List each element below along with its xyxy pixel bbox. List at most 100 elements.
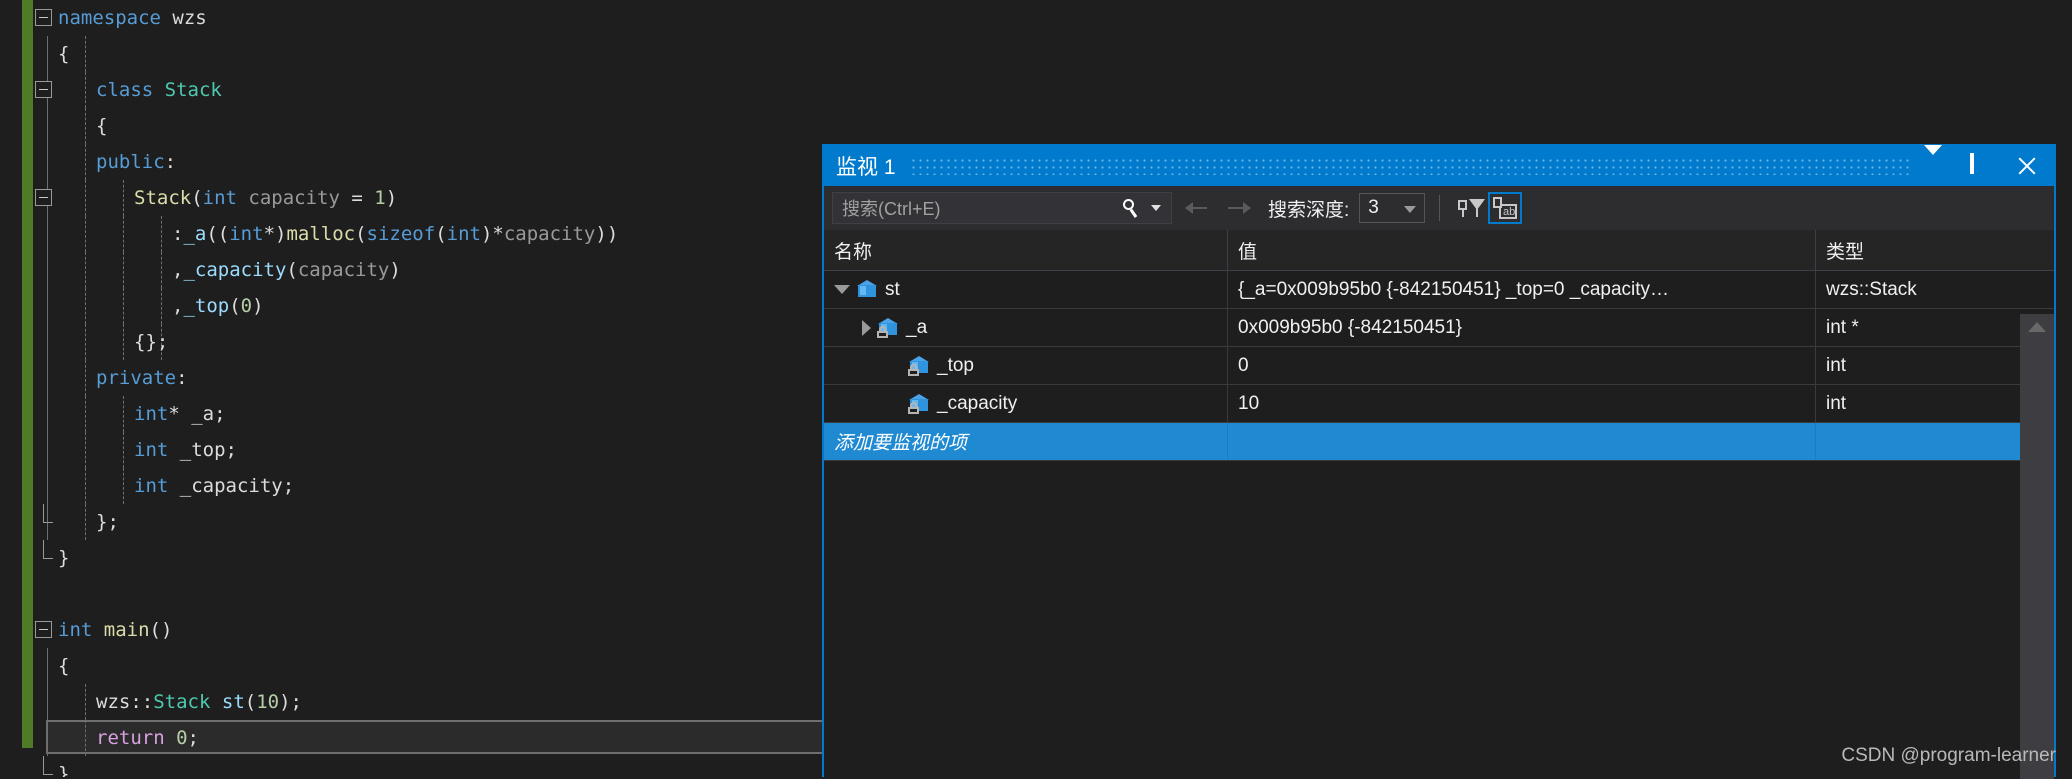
arrow-right-icon[interactable] [1222, 193, 1256, 223]
expander-open-icon[interactable] [834, 285, 850, 294]
code-line[interactable]: { [0, 36, 822, 72]
code-line[interactable]: int* _a; [0, 396, 822, 432]
code-line[interactable]: int _capacity; [0, 468, 822, 504]
code-token: _capacity; [168, 475, 295, 497]
watch-row-value[interactable]: 10 [1228, 385, 1816, 422]
watch-row-value[interactable]: 0 [1228, 347, 1816, 384]
watch-row[interactable]: _capacity 10 int [824, 385, 2054, 423]
drag-grip[interactable] [909, 157, 1910, 175]
code-token: ( [244, 691, 257, 713]
close-icon[interactable] [2016, 155, 2038, 177]
grid-body: st {_a=0x009b95b0 {-842150451} _top=0 _ca… [824, 271, 2054, 461]
column-header-type[interactable]: 类型 [1816, 230, 2014, 270]
watch-grid: 名称 值 类型 st {_a=0x009b95b0 {-842150451} _t… [824, 230, 2054, 779]
watch-row-type: int [1826, 354, 1847, 376]
indent-guide [85, 36, 87, 72]
watch-row-value[interactable]: 0x009b95b0 {-842150451} [1228, 309, 1816, 346]
watch-row[interactable]: st {_a=0x009b95b0 {-842150451} _top=0 _ca… [824, 271, 2054, 309]
code-line[interactable]: { [0, 648, 822, 684]
add-watch-value-cell[interactable] [1228, 423, 1816, 460]
code-line[interactable]: ,_capacity(capacity) [0, 252, 822, 288]
code-lines[interactable]: namespace wzs{class Stack{public: Stack(i… [0, 0, 822, 777]
code-line[interactable]: class Stack [0, 72, 822, 108]
code-line[interactable]: :_a((int*)malloc(sizeof(int)*capacity)) [0, 216, 822, 252]
code-token: 10 [256, 691, 280, 713]
watch-title-bar[interactable]: 监视 1 [824, 145, 2054, 186]
code-token: wzs [96, 691, 131, 713]
add-watch-type-cell [1816, 423, 2014, 460]
watch-row-name: _a [906, 316, 928, 338]
code-text: } [44, 547, 69, 569]
arrow-left-icon[interactable] [1180, 193, 1214, 223]
watch-row-name-cell[interactable]: st [824, 271, 1228, 308]
code-line[interactable]: namespace wzs [0, 0, 822, 36]
code-line[interactable]: int _top; [0, 432, 822, 468]
code-token: _top [183, 295, 230, 317]
code-line[interactable]: {}; [0, 324, 822, 360]
vertical-scrollbar[interactable] [2020, 314, 2054, 779]
watch-row-name-cell[interactable]: _a [824, 309, 1228, 346]
scroll-up-icon[interactable] [2028, 322, 2046, 332]
add-watch-row[interactable]: 添加要监视的项 [824, 423, 2054, 461]
code-line[interactable]: ,_top(0) [0, 288, 822, 324]
code-line[interactable]: }; [0, 504, 822, 540]
chevron-down-icon[interactable] [1151, 205, 1161, 211]
code-line[interactable]: int main() [0, 612, 822, 648]
code-line[interactable]: public: [0, 144, 822, 180]
ab-display-icon[interactable]: ab [1488, 192, 1523, 224]
watch-row-value[interactable]: {_a=0x009b95b0 {-842150451} _top=0 _capa… [1228, 271, 1816, 308]
code-line[interactable]: { [0, 108, 822, 144]
code-line[interactable]: Stack(int capacity = 1) [0, 180, 822, 216]
column-header-name[interactable]: 名称 [824, 230, 1228, 270]
watch-row-type: int * [1826, 316, 1859, 338]
code-token: _a; [191, 403, 226, 425]
code-text: wzs::Stack st(10); [44, 691, 302, 713]
code-editor[interactable]: namespace wzs{class Stack{public: Stack(i… [0, 0, 822, 777]
code-token: , [172, 295, 184, 317]
watch-row-name-cell[interactable]: _top [824, 347, 1228, 384]
code-token: } [58, 763, 70, 777]
code-text: public: [44, 151, 176, 173]
pin-filter-icon[interactable] [1454, 192, 1488, 224]
dropdown-icon[interactable] [1924, 145, 1946, 177]
code-line[interactable]: return 0; [0, 720, 822, 756]
column-header-value[interactable]: 值 [1228, 230, 1816, 270]
search-depth-select[interactable]: 3 [1359, 193, 1426, 223]
code-line[interactable]: } [0, 540, 822, 576]
lock-icon [876, 326, 888, 338]
lock-icon [907, 364, 919, 376]
watch-row[interactable]: _a 0x009b95b0 {-842150451} int * [824, 309, 2054, 347]
code-token: ( [435, 223, 447, 245]
search-icon[interactable] [1121, 198, 1141, 218]
expander-placeholder [886, 365, 902, 366]
code-token: int [58, 619, 93, 641]
watch-row-name: st [885, 278, 900, 300]
code-line[interactable]: wzs::Stack st(10); [0, 684, 822, 720]
code-text: int _capacity; [44, 475, 294, 497]
code-token: }; [96, 511, 119, 533]
code-token: ) [385, 187, 398, 209]
code-token: (( [206, 223, 230, 245]
code-text: ,_top(0) [44, 295, 264, 317]
code-line[interactable]: private: [0, 360, 822, 396]
chevron-down-icon[interactable] [1404, 206, 1417, 213]
maximize-icon[interactable] [1970, 153, 1992, 177]
code-token: :: [130, 691, 154, 713]
code-text: private: [44, 367, 188, 389]
add-watch-input[interactable]: 添加要监视的项 [824, 423, 1228, 460]
code-line[interactable] [0, 576, 822, 612]
code-token: { [58, 655, 70, 677]
code-token: int [446, 223, 481, 245]
code-token: : [172, 223, 184, 245]
code-text: int* _a; [44, 403, 226, 425]
expander-closed-icon[interactable] [862, 319, 871, 336]
code-line[interactable]: } [0, 756, 822, 777]
code-token: ( [191, 187, 203, 209]
watch-row[interactable]: _top 0 int [824, 347, 2054, 385]
private-field-icon [907, 356, 930, 376]
watch-row-name-cell[interactable]: _capacity [824, 385, 1228, 422]
search-input[interactable]: 搜索(Ctrl+E) [832, 192, 1172, 224]
code-token: ) [389, 259, 401, 281]
code-token: )* [480, 223, 504, 245]
